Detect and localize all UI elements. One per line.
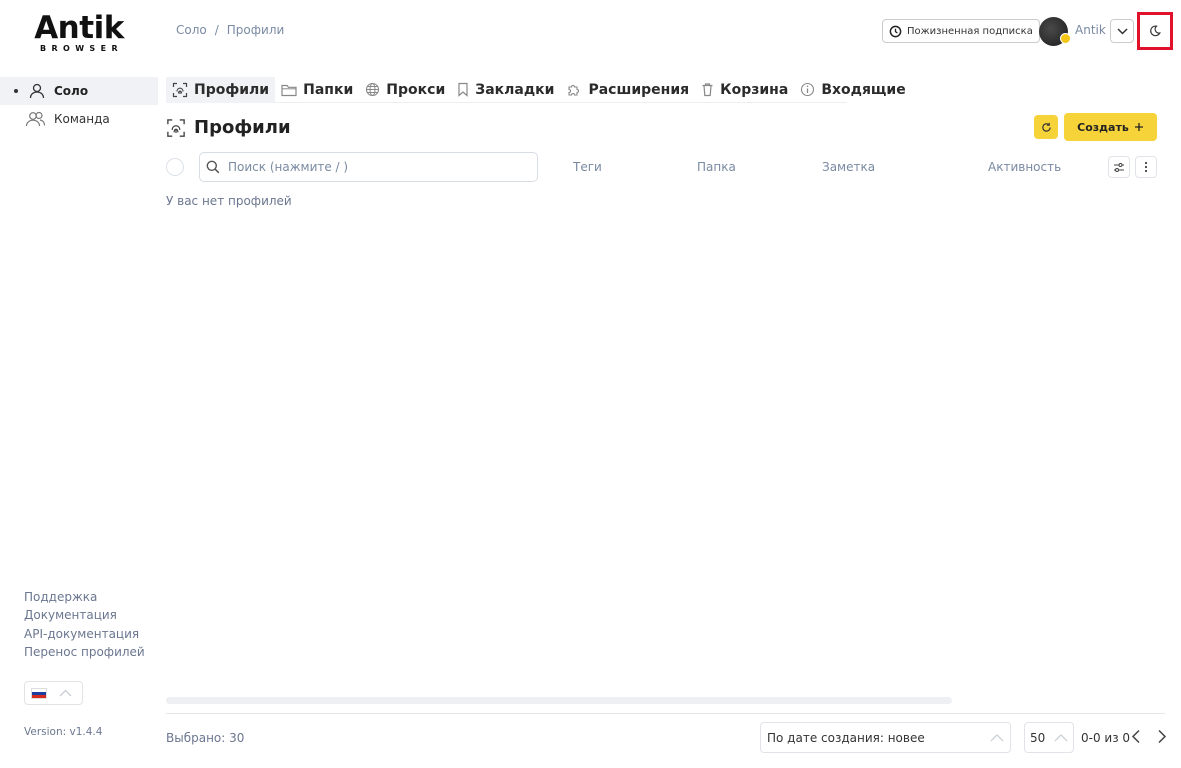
- trash-icon: [701, 82, 714, 97]
- chevron-up-icon: [1054, 733, 1068, 742]
- more-options-button[interactable]: [1135, 156, 1157, 178]
- main-tabs: Профили Папки Прокси Закладки Расширения: [166, 76, 906, 103]
- version-label: Version: v1.4.4: [24, 726, 103, 738]
- breadcrumb-solo[interactable]: Соло: [176, 23, 207, 37]
- documentation-link[interactable]: Документация: [24, 606, 145, 624]
- support-link[interactable]: Поддержка: [24, 588, 145, 606]
- user-icon: [28, 82, 46, 100]
- breadcrumb-profiles: Профили: [226, 23, 285, 37]
- sidebar-item-label: Соло: [54, 84, 89, 98]
- per-page-value: 50: [1030, 730, 1046, 745]
- chevron-right-icon: [1157, 729, 1167, 744]
- refresh-icon: [1041, 122, 1052, 133]
- refresh-button[interactable]: [1034, 115, 1058, 139]
- column-header-activity[interactable]: Активность: [988, 160, 1061, 174]
- breadcrumb: Соло / Профили: [176, 23, 284, 37]
- create-profile-button[interactable]: Создать: [1064, 113, 1157, 141]
- tab-label: Входящие: [821, 81, 906, 98]
- app-window: Antik BROWSER Соло / Профили Пожизненная…: [0, 0, 1181, 768]
- tab-extensions[interactable]: Расширения: [560, 77, 695, 103]
- clock-icon: [889, 25, 902, 38]
- logo-subtext: BROWSER: [39, 44, 124, 53]
- divider: [166, 713, 1165, 714]
- puzzle-icon: [566, 82, 582, 98]
- column-header-note[interactable]: Заметка: [822, 160, 875, 174]
- tab-label: Папки: [303, 81, 354, 98]
- more-vertical-icon: [1144, 161, 1148, 173]
- search-icon: [206, 160, 220, 174]
- column-header-folder[interactable]: Папка: [697, 160, 736, 174]
- column-header-tags[interactable]: Теги: [573, 160, 602, 174]
- tab-bookmarks[interactable]: Закладки: [451, 77, 560, 103]
- fingerprint-icon: [166, 118, 186, 138]
- sidebar-links: Поддержка Документация API-документация …: [24, 588, 145, 661]
- search-box[interactable]: [199, 152, 538, 182]
- username[interactable]: Antik: [1075, 23, 1106, 37]
- api-documentation-link[interactable]: API-документация: [24, 625, 145, 643]
- tab-label: Корзина: [720, 81, 789, 98]
- folder-icon: [281, 83, 297, 97]
- ru-flag-icon: [31, 687, 47, 699]
- active-indicator: [14, 89, 18, 93]
- subscription-button[interactable]: Пожизненная подписка: [882, 19, 1040, 43]
- tab-label: Профили: [194, 81, 270, 98]
- tab-profiles[interactable]: Профили: [166, 76, 276, 103]
- next-page-button[interactable]: [1157, 729, 1167, 744]
- language-selector[interactable]: [24, 681, 83, 705]
- sort-select[interactable]: По дате создания: новее: [760, 722, 1011, 753]
- bookmark-icon: [457, 82, 469, 97]
- antik-browser-logo[interactable]: Antik BROWSER: [31, 13, 127, 55]
- fingerprint-icon: [172, 82, 188, 98]
- sidebar-item-team[interactable]: Команда: [24, 110, 110, 128]
- per-page-select[interactable]: 50: [1024, 722, 1074, 753]
- subscription-label: Пожизненная подписка: [907, 25, 1033, 37]
- tab-label: Закладки: [475, 81, 555, 98]
- sidebar-item-solo[interactable]: Соло: [0, 77, 158, 105]
- create-label: Создать: [1077, 120, 1129, 134]
- globe-icon: [365, 82, 380, 97]
- star-badge-icon: [1060, 33, 1071, 44]
- column-settings-button[interactable]: [1108, 156, 1130, 178]
- chevron-down-icon: [1116, 27, 1128, 35]
- users-icon: [24, 110, 47, 128]
- chevron-up-icon: [59, 689, 72, 697]
- chevron-up-icon: [990, 733, 1004, 742]
- page-title: Профили: [166, 117, 291, 138]
- empty-state-message: У вас нет профилей: [166, 194, 292, 208]
- tab-inbox[interactable]: Входящие: [794, 77, 911, 103]
- sidebar-item-label: Команда: [54, 112, 110, 126]
- chevron-left-icon: [1131, 729, 1141, 744]
- moon-icon: [1149, 25, 1161, 37]
- sort-value: По дате создания: новее: [767, 730, 925, 745]
- page-title-text: Профили: [194, 117, 291, 138]
- pagination-range: 0-0 из 0: [1081, 731, 1131, 745]
- info-icon: [800, 82, 815, 97]
- theme-toggle-button[interactable]: [1137, 12, 1173, 50]
- plus-icon: [1134, 122, 1144, 132]
- selected-count: Выбрано: 30: [166, 731, 245, 745]
- tab-trash[interactable]: Корзина: [695, 77, 794, 103]
- tab-folders[interactable]: Папки: [275, 77, 359, 103]
- profile-transfer-link[interactable]: Перенос профилей: [24, 643, 145, 661]
- user-menu-button[interactable]: [1110, 19, 1134, 43]
- tab-label: Расширения: [588, 81, 690, 98]
- horizontal-scrollbar[interactable]: [166, 697, 952, 704]
- tab-label: Прокси: [386, 81, 446, 98]
- select-all-checkbox[interactable]: [166, 158, 184, 176]
- breadcrumb-separator: /: [214, 23, 219, 37]
- sliders-icon: [1113, 162, 1125, 173]
- search-input[interactable]: [228, 160, 518, 174]
- previous-page-button[interactable]: [1131, 729, 1141, 744]
- tab-proxy[interactable]: Прокси: [359, 77, 451, 103]
- logo-text: Antik: [34, 10, 124, 46]
